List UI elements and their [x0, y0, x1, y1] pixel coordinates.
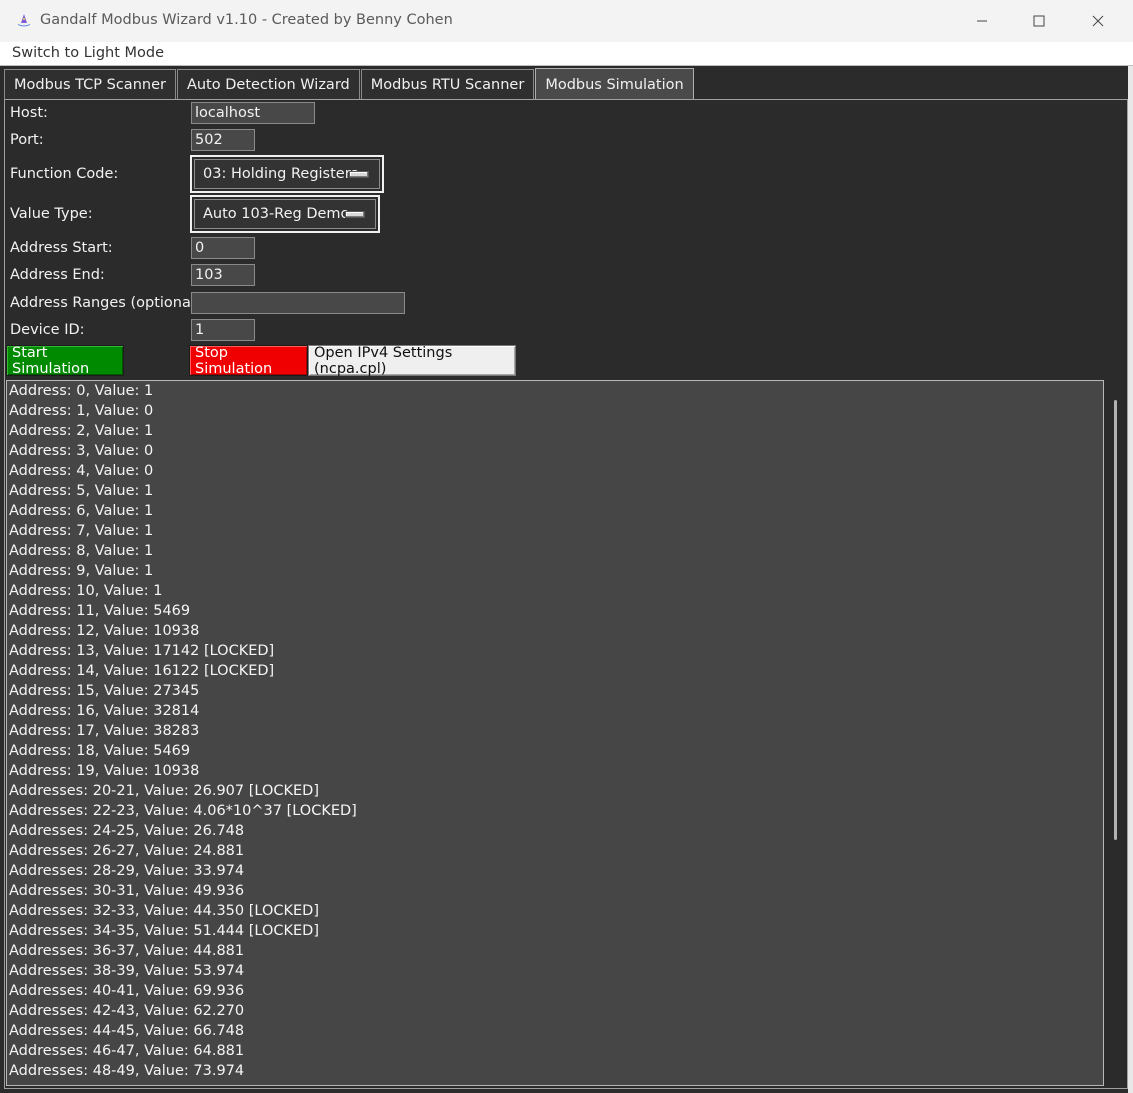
output-line: Address: 8, Value: 1 — [9, 543, 154, 559]
output-line: Address: 14, Value: 16122 [LOCKED] — [9, 663, 275, 679]
title-bar[interactable]: Gandalf Modbus Wizard v1.10 - Created by… — [0, 0, 1133, 42]
output-line: Addresses: 38-39, Value: 53.974 — [9, 963, 245, 979]
output-line: Address: 4, Value: 0 — [9, 463, 154, 479]
open-ipv4-settings-button[interactable]: Open IPv4 Settings (ncpa.cpl) — [308, 345, 516, 377]
dropdown-indicator-icon — [349, 171, 369, 178]
output-line: Address: 11, Value: 5469 — [9, 603, 191, 619]
output-line: Address: 7, Value: 1 — [9, 523, 154, 539]
output-line: Address: 16, Value: 32814 — [9, 703, 200, 719]
output-line: Address: 10, Value: 1 — [9, 583, 163, 599]
value-type-select[interactable]: Auto 103-Reg Demo — [190, 195, 380, 233]
value-type-label: Value Type: — [10, 206, 93, 222]
output-scrollbar[interactable] — [1105, 380, 1126, 1086]
theme-toggle-menu[interactable]: Switch to Light Mode — [12, 45, 164, 61]
output-line: Address: 17, Value: 38283 — [9, 723, 200, 739]
output-line: Addresses: 30-31, Value: 49.936 — [9, 883, 245, 899]
value-type-value: Auto 103-Reg Demo — [203, 206, 350, 222]
host-label: Host: — [10, 105, 48, 121]
minimize-icon — [977, 20, 987, 22]
output-line: Addresses: 26-27, Value: 24.881 — [9, 843, 245, 859]
menu-bar: Switch to Light Mode — [0, 42, 1133, 66]
close-icon — [1092, 15, 1104, 27]
output-line: Address: 5, Value: 1 — [9, 483, 154, 499]
output-line: Addresses: 32-33, Value: 44.350 [LOCKED] — [9, 903, 319, 919]
port-input[interactable]: 502 — [191, 129, 255, 151]
minimize-button[interactable] — [953, 0, 1011, 42]
value-type-select-inner: Auto 103-Reg Demo — [194, 199, 376, 229]
output-line: Address: 12, Value: 10938 — [9, 623, 200, 639]
close-button[interactable] — [1069, 0, 1127, 42]
output-line: Address: 3, Value: 0 — [9, 443, 154, 459]
window-title: Gandalf Modbus Wizard v1.10 - Created by… — [40, 12, 453, 28]
output-line: Addresses: 24-25, Value: 26.748 — [9, 823, 245, 839]
tab-rtu-scanner[interactable]: Modbus RTU Scanner — [360, 69, 535, 100]
scrollbar-thumb[interactable] — [1114, 400, 1117, 840]
output-line: Addresses: 48-49, Value: 73.974 — [9, 1063, 245, 1079]
address-start-input[interactable]: 0 — [191, 237, 255, 259]
output-line: Address: 1, Value: 0 — [9, 403, 154, 419]
function-code-select-inner: 03: Holding Registers — [194, 159, 380, 189]
output-line: Addresses: 36-37, Value: 44.881 — [9, 943, 245, 959]
simulation-panel: Host: localhost Port: 502 Function Code:… — [4, 99, 1128, 1089]
app-window: Gandalf Modbus Wizard v1.10 - Created by… — [0, 0, 1133, 1093]
start-simulation-button[interactable]: Start Simulation — [6, 345, 124, 377]
function-code-label: Function Code: — [10, 166, 119, 182]
address-ranges-input[interactable] — [191, 292, 405, 314]
device-id-label: Device ID: — [10, 322, 85, 338]
tab-tcp-scanner[interactable]: Modbus TCP Scanner — [4, 69, 176, 100]
output-line: Addresses: 20-21, Value: 26.907 [LOCKED] — [9, 783, 319, 799]
stop-simulation-button[interactable]: Stop Simulation — [189, 345, 308, 377]
output-line: Addresses: 22-23, Value: 4.06*10^37 [LOC… — [9, 803, 357, 819]
maximize-icon — [1033, 15, 1045, 27]
dropdown-indicator-icon — [345, 211, 365, 218]
function-code-value: 03: Holding Registers — [203, 166, 359, 182]
output-line: Addresses: 34-35, Value: 51.444 [LOCKED] — [9, 923, 319, 939]
simulation-output[interactable]: Address: 0, Value: 1 Address: 1, Value: … — [6, 380, 1104, 1086]
function-code-select[interactable]: 03: Holding Registers — [190, 155, 384, 193]
output-line: Address: 2, Value: 1 — [9, 423, 154, 439]
output-line: Address: 6, Value: 1 — [9, 503, 154, 519]
address-ranges-label: Address Ranges (optional): — [10, 295, 206, 311]
output-line: Address: 18, Value: 5469 — [9, 743, 191, 759]
port-label: Port: — [10, 132, 44, 148]
tab-simulation[interactable]: Modbus Simulation — [535, 68, 694, 100]
device-id-input[interactable]: 1 — [191, 319, 255, 341]
output-line: Addresses: 42-43, Value: 62.270 — [9, 1003, 245, 1019]
output-line: Address: 19, Value: 10938 — [9, 763, 200, 779]
output-line: Address: 15, Value: 27345 — [9, 683, 200, 699]
host-input[interactable]: localhost — [191, 102, 315, 124]
output-line: Address: 0, Value: 1 — [9, 383, 154, 399]
output-line: Addresses: 28-29, Value: 33.974 — [9, 863, 245, 879]
address-start-label: Address Start: — [10, 240, 113, 256]
output-line: Addresses: 46-47, Value: 64.881 — [9, 1043, 245, 1059]
output-line: Addresses: 40-41, Value: 69.936 — [9, 983, 245, 999]
tab-auto-detection[interactable]: Auto Detection Wizard — [176, 69, 360, 100]
address-end-label: Address End: — [10, 267, 105, 283]
output-line: Addresses: 44-45, Value: 66.748 — [9, 1023, 245, 1039]
output-line: Address: 13, Value: 17142 [LOCKED] — [9, 643, 275, 659]
window-edge — [1128, 66, 1133, 1093]
wizard-hat-icon — [18, 14, 30, 27]
maximize-button[interactable] — [1010, 0, 1068, 42]
output-line: Address: 9, Value: 1 — [9, 563, 154, 579]
tab-bar: Modbus TCP Scanner Auto Detection Wizard… — [4, 68, 695, 100]
address-end-input[interactable]: 103 — [191, 264, 255, 286]
